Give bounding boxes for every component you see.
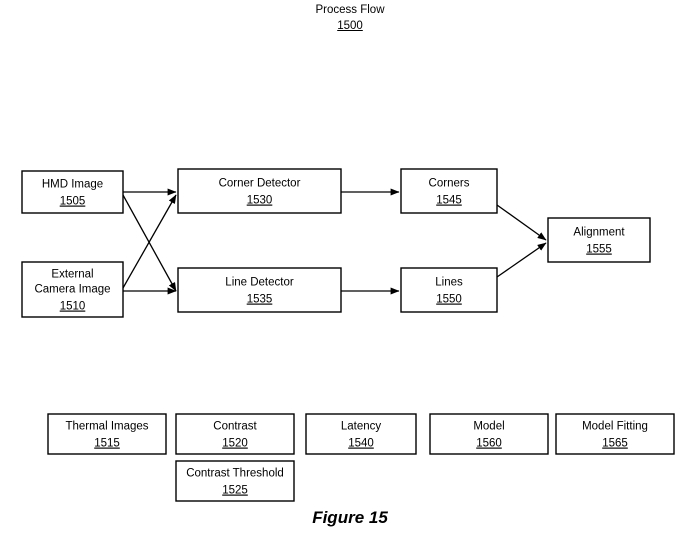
node-label-external-camera-image: External (51, 269, 93, 281)
node-reference-contrast: 1520 (222, 438, 248, 450)
nodes-layer: HMD Image 1505 External Camera Image 1510 Cor… (21, 168, 675, 502)
node-model-fitting[interactable]: Model Fitting 1565 (555, 413, 675, 455)
figure-root: Process Flow 1500 HMD Image 1505 External C… (0, 0, 700, 558)
node-line-detector[interactable]: Line Detector 1535 (177, 267, 342, 313)
node-latency[interactable]: Latency 1540 (305, 413, 417, 455)
node-label-thermal-images: Thermal Images (65, 421, 148, 433)
flow-arrow-lines-to-alignment (496, 242, 547, 278)
node-reference-model-fitting: 1565 (602, 438, 628, 450)
node-lines[interactable]: Lines 1550 (400, 267, 498, 313)
node-label-external-camera-image: Camera Image (34, 284, 110, 296)
node-contrast-threshold[interactable]: Contrast Threshold 1525 (175, 460, 295, 502)
node-reference-lines: 1550 (436, 294, 462, 306)
node-reference-corners: 1545 (436, 195, 462, 207)
node-label-hmd-image: HMD Image (42, 179, 103, 191)
node-reference-contrast-threshold: 1525 (222, 485, 248, 497)
node-corners[interactable]: Corners 1545 (400, 168, 498, 214)
node-reference-hmd-image: 1505 (60, 196, 86, 208)
node-label-lines: Lines (435, 277, 463, 289)
node-reference-line-detector: 1535 (247, 294, 273, 306)
node-reference-corner-detector: 1530 (247, 195, 273, 207)
node-thermal-images[interactable]: Thermal Images 1515 (47, 413, 167, 455)
node-label-model: Model (473, 421, 504, 433)
node-contrast[interactable]: Contrast 1520 (175, 413, 295, 455)
node-model[interactable]: Model 1560 (429, 413, 549, 455)
node-reference-latency: 1540 (348, 438, 374, 450)
process-flow-diagram: HMD Image 1505 External Camera Image 1510 Cor… (21, 168, 675, 502)
node-label-contrast: Contrast (213, 421, 257, 433)
node-hmd-image[interactable]: HMD Image 1505 (21, 170, 124, 214)
node-label-latency: Latency (341, 421, 382, 433)
node-label-corner-detector: Corner Detector (219, 178, 301, 190)
node-reference-thermal-images: 1515 (94, 438, 120, 450)
figure-caption: Figure 15 (312, 508, 388, 527)
node-reference-model: 1560 (476, 438, 502, 450)
node-label-contrast-threshold: Contrast Threshold (186, 468, 284, 480)
node-reference-external-camera-image: 1510 (60, 301, 86, 313)
node-label-model-fitting: Model Fitting (582, 421, 648, 433)
node-corner-detector[interactable]: Corner Detector 1530 (177, 168, 342, 214)
node-external-camera-image[interactable]: External Camera Image 1510 (21, 261, 124, 318)
flow-arrow-corners-to-alignment (496, 204, 547, 241)
node-label-alignment: Alignment (573, 227, 625, 239)
node-reference-alignment: 1555 (586, 244, 612, 256)
node-label-corners: Corners (429, 178, 470, 190)
node-label-line-detector: Line Detector (225, 277, 294, 289)
node-alignment[interactable]: Alignment 1555 (547, 217, 651, 263)
